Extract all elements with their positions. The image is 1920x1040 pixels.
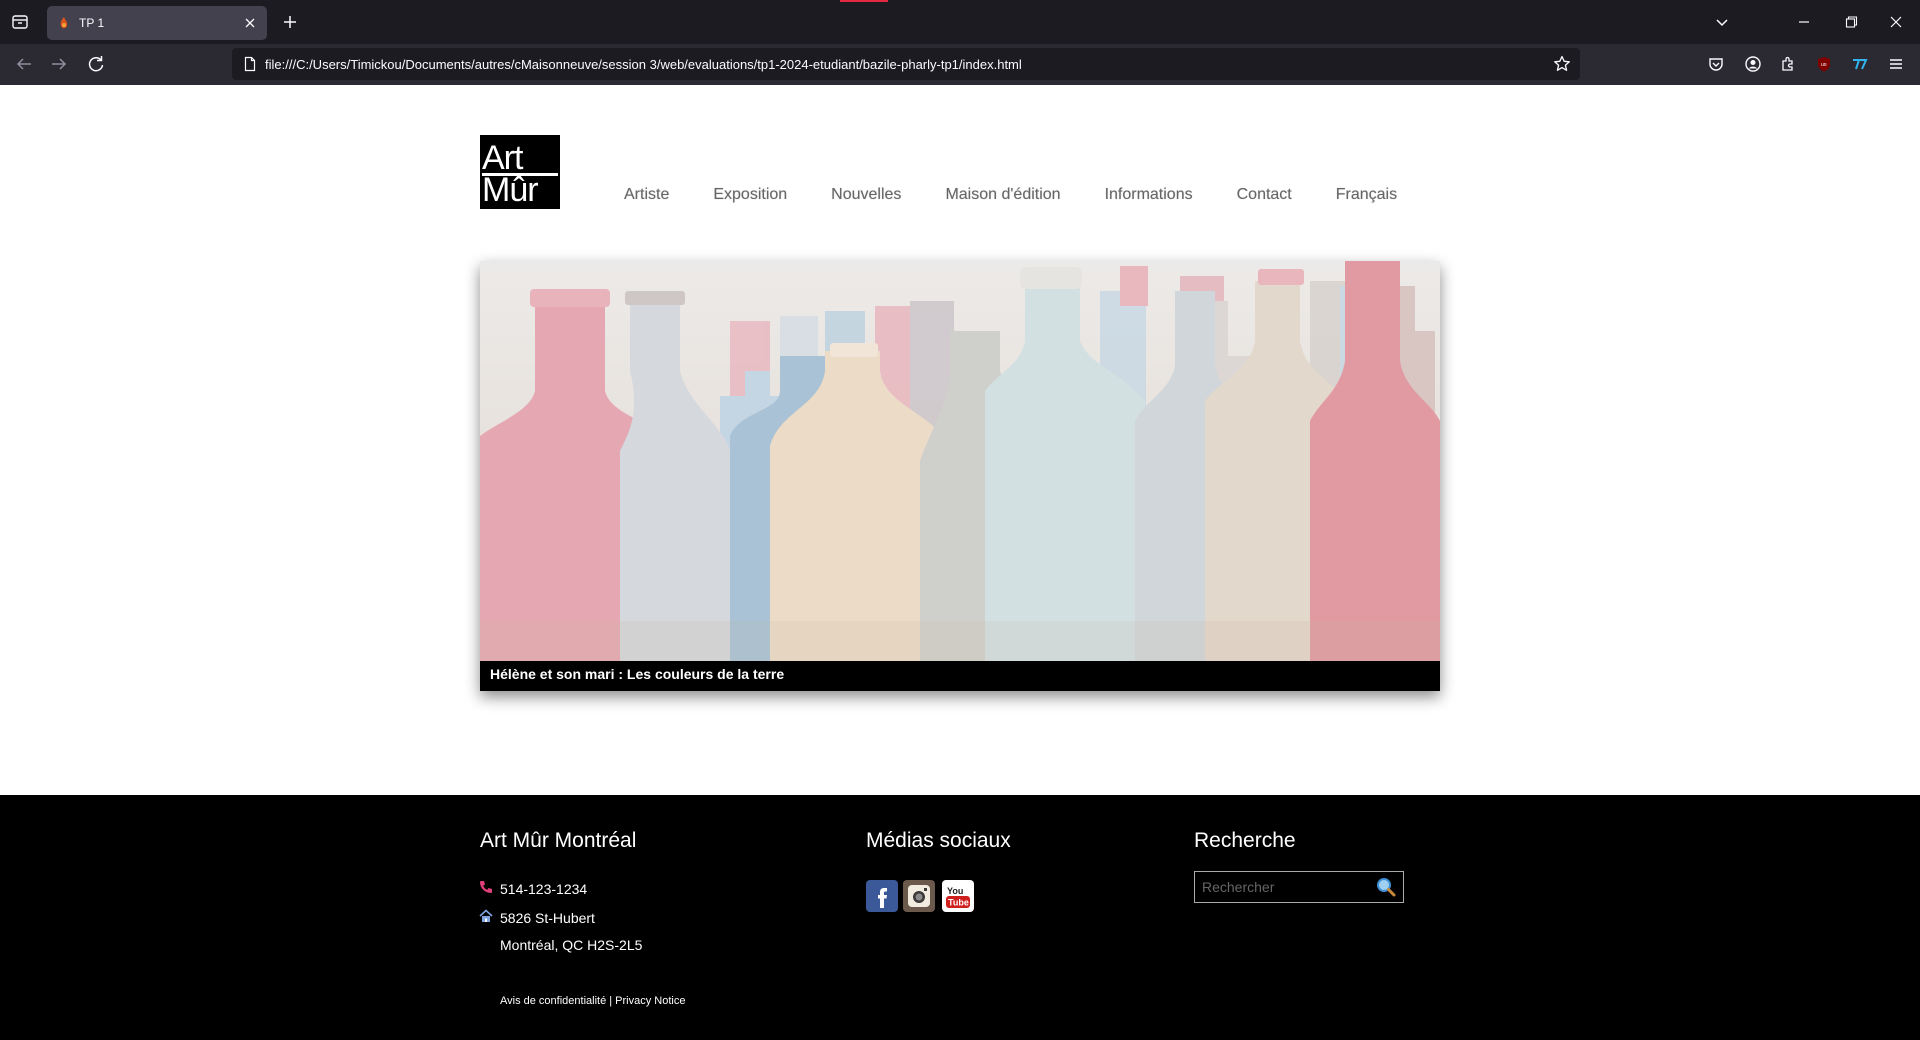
home-icon <box>478 908 494 924</box>
list-all-tabs-icon[interactable] <box>1710 10 1734 34</box>
art-mur-logo[interactable]: Art Mûr <box>480 135 560 209</box>
nav-exposition[interactable]: Exposition <box>713 186 787 204</box>
instagram-icon[interactable] <box>903 880 935 912</box>
footer-address-line2: Montréal, QC H2S-2L5 <box>500 937 643 953</box>
reload-icon[interactable] <box>84 52 108 76</box>
facebook-icon[interactable] <box>866 880 898 912</box>
pocket-icon[interactable] <box>1704 52 1728 76</box>
main-navigation: Artiste Exposition Nouvelles Maison d'éd… <box>624 186 1441 204</box>
web-page: Art Mûr Artiste Exposition Nouvelles Mai… <box>0 85 1920 1040</box>
privacy-notice-link[interactable]: Avis de confidentialité | Privacy Notice <box>500 995 685 1007</box>
bookmark-star-icon[interactable] <box>1552 54 1572 74</box>
hero-banner: Hélène et son mari : Les couleurs de la … <box>480 261 1440 691</box>
hero-caption: Hélène et son mari : Les couleurs de la … <box>490 666 785 682</box>
nav-maison-edition[interactable]: Maison d'édition <box>945 186 1060 204</box>
footer-address-line1: 5826 St-Hubert <box>500 910 595 926</box>
footer-social-title: Médias sociaux <box>866 829 1011 852</box>
site-footer: Art Mûr Montréal 514-123-1234 5826 St-Hu… <box>0 795 1920 1040</box>
search-icon[interactable] <box>1375 876 1397 898</box>
nav-nouvelles[interactable]: Nouvelles <box>831 186 901 204</box>
search-input[interactable] <box>1195 872 1365 902</box>
minimize-icon[interactable] <box>1792 10 1816 34</box>
footer-phone: 514-123-1234 <box>500 881 588 897</box>
forward-icon[interactable] <box>47 52 71 76</box>
restore-icon[interactable] <box>1839 10 1863 34</box>
browser-chrome: TP 1 file:///C:/Users/Timickou/Documents… <box>0 0 1920 85</box>
tab-list-icon[interactable] <box>8 10 32 34</box>
back-icon[interactable] <box>12 52 36 76</box>
svg-text:Tube: Tube <box>948 898 969 908</box>
translate-extension-icon[interactable] <box>1848 52 1872 76</box>
tab-strip-accent <box>840 0 888 2</box>
extensions-icon[interactable] <box>1776 52 1800 76</box>
tab-favicon-icon <box>57 16 71 30</box>
footer-search-title: Recherche <box>1194 829 1296 852</box>
nav-language[interactable]: Français <box>1336 186 1397 204</box>
svg-text:uo: uo <box>1821 62 1827 68</box>
ublock-origin-icon[interactable]: uo <box>1812 52 1836 76</box>
tab-title: TP 1 <box>79 16 105 30</box>
logo-line-1: Art <box>482 139 523 177</box>
close-window-icon[interactable] <box>1884 10 1908 34</box>
youtube-icon[interactable]: You Tube <box>942 880 974 912</box>
hero-image-ceramic-bottles <box>480 261 1440 661</box>
nav-artiste[interactable]: Artiste <box>624 186 669 204</box>
url-bar[interactable]: file:///C:/Users/Timickou/Documents/autr… <box>232 48 1580 80</box>
navigation-toolbar: file:///C:/Users/Timickou/Documents/autr… <box>0 44 1920 85</box>
tab-strip: TP 1 <box>0 0 1920 44</box>
browser-tab[interactable]: TP 1 <box>47 6 267 40</box>
account-icon[interactable] <box>1741 52 1765 76</box>
new-tab-icon[interactable] <box>278 10 302 34</box>
page-icon <box>242 56 258 72</box>
phone-icon <box>478 879 494 895</box>
tab-close-icon[interactable] <box>241 14 259 32</box>
footer-search-box <box>1194 871 1404 903</box>
logo-line-2: Mûr <box>482 171 539 209</box>
nav-informations[interactable]: Informations <box>1105 186 1193 204</box>
footer-company-title: Art Mûr Montréal <box>480 829 637 852</box>
svg-text:You: You <box>947 886 963 896</box>
nav-contact[interactable]: Contact <box>1237 186 1292 204</box>
menu-icon[interactable] <box>1884 52 1908 76</box>
url-text: file:///C:/Users/Timickou/Documents/autr… <box>265 57 1022 72</box>
